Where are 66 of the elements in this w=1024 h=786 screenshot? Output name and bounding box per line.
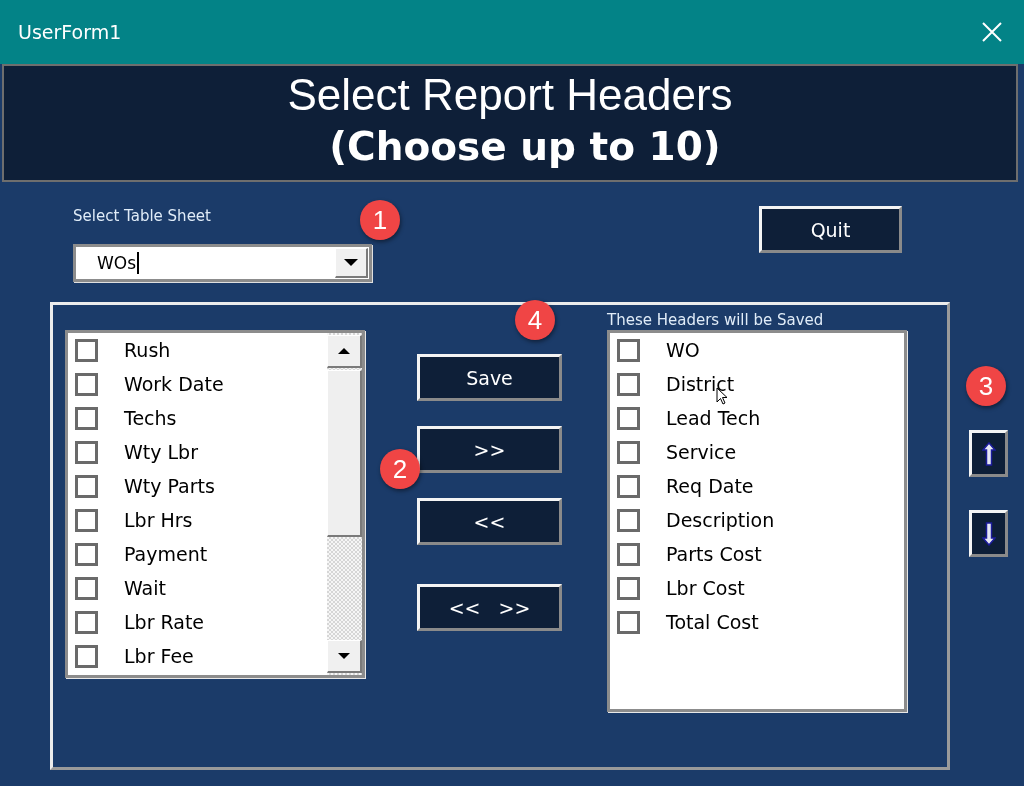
- list-item-label[interactable]: Wty Parts: [124, 474, 215, 498]
- move-down-button[interactable]: [969, 510, 1008, 557]
- header-subtitle: (Choose up to 10): [328, 123, 721, 171]
- list-item-label[interactable]: Total Cost: [666, 610, 759, 634]
- text-cursor-icon: [137, 252, 140, 274]
- dropdown-button[interactable]: [335, 248, 368, 278]
- checkbox[interactable]: [617, 610, 640, 634]
- quit-button[interactable]: Quit: [759, 206, 902, 253]
- checkbox[interactable]: [617, 508, 640, 532]
- list-item-label[interactable]: Description: [666, 508, 775, 532]
- checkbox[interactable]: [617, 440, 640, 464]
- down-arrow-icon: [981, 521, 996, 546]
- checkbox[interactable]: [75, 372, 98, 396]
- scrollbar-thumb[interactable]: [327, 370, 362, 537]
- list-item-label[interactable]: Work Date: [124, 372, 224, 396]
- close-icon: [982, 22, 1002, 42]
- field-label: Select Table Sheet: [73, 206, 211, 226]
- up-triangle-icon: [338, 348, 350, 354]
- list-item-label[interactable]: Wty Lbr: [124, 440, 198, 464]
- checkbox[interactable]: [617, 474, 640, 498]
- list-item-label[interactable]: Wait: [124, 576, 166, 600]
- checkbox[interactable]: [617, 338, 640, 362]
- checkbox[interactable]: [617, 576, 640, 600]
- header-title: Select Report Headers: [287, 70, 733, 120]
- number-callout: 2: [380, 449, 420, 489]
- list-item-label[interactable]: WO: [666, 338, 700, 362]
- window-title: UserForm1: [18, 21, 122, 43]
- list-item-label[interactable]: Lbr Fee: [124, 644, 194, 668]
- list-item-label[interactable]: District: [666, 372, 735, 396]
- list-item-label[interactable]: Service: [666, 440, 737, 464]
- down-triangle-icon: [338, 653, 350, 659]
- checkbox[interactable]: [75, 338, 98, 362]
- list-item-label[interactable]: Lbr Rate: [124, 610, 205, 634]
- checkbox[interactable]: [75, 610, 98, 634]
- list-item-label[interactable]: Rush: [124, 338, 171, 362]
- checkbox[interactable]: [75, 406, 98, 430]
- checkbox[interactable]: [75, 576, 98, 600]
- checkbox[interactable]: [75, 474, 98, 498]
- checkbox[interactable]: [75, 440, 98, 464]
- number-callout: 4: [515, 300, 555, 340]
- checkbox[interactable]: [617, 542, 640, 566]
- list-item-label[interactable]: Lead Tech: [666, 406, 761, 430]
- checkbox[interactable]: [75, 508, 98, 532]
- transfer-button[interactable]: >>: [417, 426, 562, 473]
- scroll-up-button[interactable]: [327, 335, 362, 368]
- move-up-button[interactable]: [969, 430, 1008, 477]
- checkbox[interactable]: [75, 542, 98, 566]
- list-item-label[interactable]: Parts Cost: [666, 542, 762, 566]
- number-callout: 1: [360, 200, 400, 240]
- up-arrow-icon: [981, 441, 996, 466]
- checkbox[interactable]: [617, 406, 640, 430]
- number-callout: 3: [966, 366, 1006, 406]
- transfer-button[interactable]: Save: [417, 354, 562, 401]
- list-item-label[interactable]: Payment: [124, 542, 208, 566]
- checkbox[interactable]: [75, 644, 98, 668]
- caret-icon: [344, 259, 358, 266]
- list-caption: These Headers will be Saved: [607, 310, 825, 330]
- sheet-dropdown[interactable]: WOs: [73, 244, 372, 282]
- scroll-down-button[interactable]: [327, 640, 362, 673]
- list-item-label[interactable]: Techs: [124, 406, 177, 430]
- list-item-label[interactable]: Lbr Cost: [666, 576, 745, 600]
- list-item-label[interactable]: Req Date: [666, 474, 754, 498]
- transfer-button[interactable]: << >>: [417, 584, 562, 631]
- transfer-button[interactable]: <<: [417, 498, 562, 545]
- list-item-label[interactable]: Lbr Hrs: [124, 508, 193, 532]
- checkbox[interactable]: [617, 372, 640, 396]
